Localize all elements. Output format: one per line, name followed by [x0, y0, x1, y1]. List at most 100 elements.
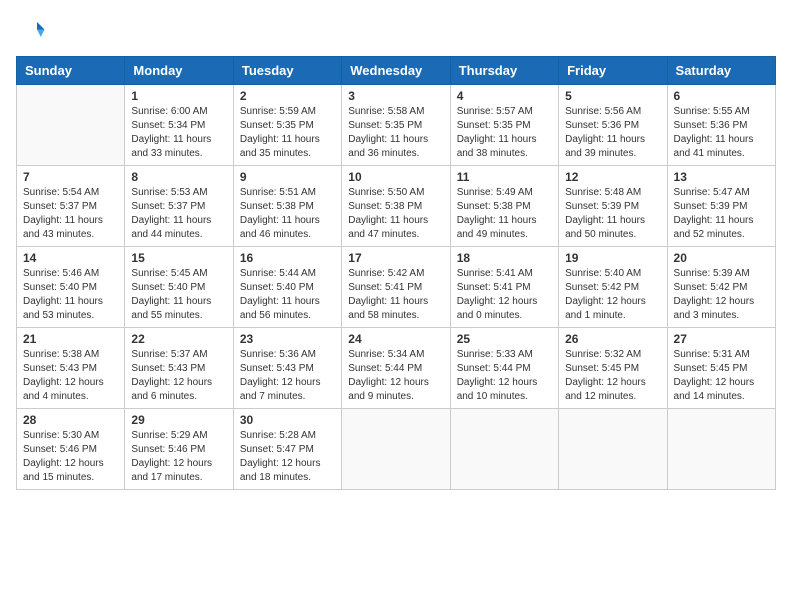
calendar-cell: 20 Sunrise: 5:39 AMSunset: 5:42 PMDaylig…: [667, 247, 775, 328]
day-info: Sunrise: 6:00 AMSunset: 5:34 PMDaylight:…: [131, 105, 226, 161]
day-number: 24: [348, 332, 443, 346]
day-info: Sunrise: 5:36 AMSunset: 5:43 PMDaylight:…: [240, 348, 335, 404]
day-number: 10: [348, 170, 443, 184]
calendar-cell: 25 Sunrise: 5:33 AMSunset: 5:44 PMDaylig…: [450, 328, 558, 409]
calendar-cell: 5 Sunrise: 5:56 AMSunset: 5:36 PMDayligh…: [559, 85, 667, 166]
day-info: Sunrise: 5:59 AMSunset: 5:35 PMDaylight:…: [240, 105, 335, 161]
day-info: Sunrise: 5:56 AMSunset: 5:36 PMDaylight:…: [565, 105, 660, 161]
calendar-cell: 28 Sunrise: 5:30 AMSunset: 5:46 PMDaylig…: [17, 409, 125, 490]
day-number: 15: [131, 251, 226, 265]
week-row-5: 28 Sunrise: 5:30 AMSunset: 5:46 PMDaylig…: [17, 409, 776, 490]
weekday-header-friday: Friday: [559, 57, 667, 85]
calendar-cell: [450, 409, 558, 490]
day-info: Sunrise: 5:53 AMSunset: 5:37 PMDaylight:…: [131, 186, 226, 242]
calendar-cell: 12 Sunrise: 5:48 AMSunset: 5:39 PMDaylig…: [559, 166, 667, 247]
weekday-header-thursday: Thursday: [450, 57, 558, 85]
day-info: Sunrise: 5:45 AMSunset: 5:40 PMDaylight:…: [131, 267, 226, 323]
day-info: Sunrise: 5:49 AMSunset: 5:38 PMDaylight:…: [457, 186, 552, 242]
day-info: Sunrise: 5:51 AMSunset: 5:38 PMDaylight:…: [240, 186, 335, 242]
calendar-cell: 19 Sunrise: 5:40 AMSunset: 5:42 PMDaylig…: [559, 247, 667, 328]
weekday-header-tuesday: Tuesday: [233, 57, 341, 85]
calendar-cell: 26 Sunrise: 5:32 AMSunset: 5:45 PMDaylig…: [559, 328, 667, 409]
calendar-cell: 16 Sunrise: 5:44 AMSunset: 5:40 PMDaylig…: [233, 247, 341, 328]
day-info: Sunrise: 5:47 AMSunset: 5:39 PMDaylight:…: [674, 186, 769, 242]
calendar-cell: 29 Sunrise: 5:29 AMSunset: 5:46 PMDaylig…: [125, 409, 233, 490]
day-info: Sunrise: 5:46 AMSunset: 5:40 PMDaylight:…: [23, 267, 118, 323]
day-number: 1: [131, 89, 226, 103]
day-number: 6: [674, 89, 769, 103]
week-row-1: 1 Sunrise: 6:00 AMSunset: 5:34 PMDayligh…: [17, 85, 776, 166]
weekday-header-saturday: Saturday: [667, 57, 775, 85]
day-number: 11: [457, 170, 552, 184]
day-info: Sunrise: 5:33 AMSunset: 5:44 PMDaylight:…: [457, 348, 552, 404]
day-number: 28: [23, 413, 118, 427]
week-row-4: 21 Sunrise: 5:38 AMSunset: 5:43 PMDaylig…: [17, 328, 776, 409]
day-info: Sunrise: 5:29 AMSunset: 5:46 PMDaylight:…: [131, 429, 226, 485]
day-info: Sunrise: 5:57 AMSunset: 5:35 PMDaylight:…: [457, 105, 552, 161]
calendar-cell: 6 Sunrise: 5:55 AMSunset: 5:36 PMDayligh…: [667, 85, 775, 166]
calendar-cell: 23 Sunrise: 5:36 AMSunset: 5:43 PMDaylig…: [233, 328, 341, 409]
calendar-cell: 1 Sunrise: 6:00 AMSunset: 5:34 PMDayligh…: [125, 85, 233, 166]
weekday-header-row: SundayMondayTuesdayWednesdayThursdayFrid…: [17, 57, 776, 85]
day-info: Sunrise: 5:40 AMSunset: 5:42 PMDaylight:…: [565, 267, 660, 323]
day-info: Sunrise: 5:37 AMSunset: 5:43 PMDaylight:…: [131, 348, 226, 404]
calendar-cell: 13 Sunrise: 5:47 AMSunset: 5:39 PMDaylig…: [667, 166, 775, 247]
day-info: Sunrise: 5:50 AMSunset: 5:38 PMDaylight:…: [348, 186, 443, 242]
day-number: 7: [23, 170, 118, 184]
calendar-cell: 21 Sunrise: 5:38 AMSunset: 5:43 PMDaylig…: [17, 328, 125, 409]
day-info: Sunrise: 5:28 AMSunset: 5:47 PMDaylight:…: [240, 429, 335, 485]
page-header: [16, 16, 776, 46]
day-number: 18: [457, 251, 552, 265]
calendar-cell: 9 Sunrise: 5:51 AMSunset: 5:38 PMDayligh…: [233, 166, 341, 247]
logo: [16, 16, 50, 46]
day-number: 21: [23, 332, 118, 346]
calendar-cell: 14 Sunrise: 5:46 AMSunset: 5:40 PMDaylig…: [17, 247, 125, 328]
day-number: 22: [131, 332, 226, 346]
day-info: Sunrise: 5:44 AMSunset: 5:40 PMDaylight:…: [240, 267, 335, 323]
day-info: Sunrise: 5:39 AMSunset: 5:42 PMDaylight:…: [674, 267, 769, 323]
calendar-cell: [559, 409, 667, 490]
calendar-cell: 8 Sunrise: 5:53 AMSunset: 5:37 PMDayligh…: [125, 166, 233, 247]
calendar-cell: 10 Sunrise: 5:50 AMSunset: 5:38 PMDaylig…: [342, 166, 450, 247]
day-info: Sunrise: 5:54 AMSunset: 5:37 PMDaylight:…: [23, 186, 118, 242]
day-number: 29: [131, 413, 226, 427]
calendar-cell: 27 Sunrise: 5:31 AMSunset: 5:45 PMDaylig…: [667, 328, 775, 409]
day-info: Sunrise: 5:48 AMSunset: 5:39 PMDaylight:…: [565, 186, 660, 242]
day-number: 4: [457, 89, 552, 103]
calendar-cell: 24 Sunrise: 5:34 AMSunset: 5:44 PMDaylig…: [342, 328, 450, 409]
logo-icon: [16, 16, 46, 46]
day-number: 17: [348, 251, 443, 265]
week-row-2: 7 Sunrise: 5:54 AMSunset: 5:37 PMDayligh…: [17, 166, 776, 247]
calendar-cell: 17 Sunrise: 5:42 AMSunset: 5:41 PMDaylig…: [342, 247, 450, 328]
weekday-header-sunday: Sunday: [17, 57, 125, 85]
calendar-cell: 4 Sunrise: 5:57 AMSunset: 5:35 PMDayligh…: [450, 85, 558, 166]
day-number: 27: [674, 332, 769, 346]
day-info: Sunrise: 5:42 AMSunset: 5:41 PMDaylight:…: [348, 267, 443, 323]
day-number: 30: [240, 413, 335, 427]
day-number: 2: [240, 89, 335, 103]
calendar-cell: 15 Sunrise: 5:45 AMSunset: 5:40 PMDaylig…: [125, 247, 233, 328]
day-info: Sunrise: 5:31 AMSunset: 5:45 PMDaylight:…: [674, 348, 769, 404]
day-number: 5: [565, 89, 660, 103]
day-info: Sunrise: 5:38 AMSunset: 5:43 PMDaylight:…: [23, 348, 118, 404]
calendar-cell: 7 Sunrise: 5:54 AMSunset: 5:37 PMDayligh…: [17, 166, 125, 247]
day-info: Sunrise: 5:30 AMSunset: 5:46 PMDaylight:…: [23, 429, 118, 485]
calendar-cell: [342, 409, 450, 490]
calendar-cell: 3 Sunrise: 5:58 AMSunset: 5:35 PMDayligh…: [342, 85, 450, 166]
day-number: 20: [674, 251, 769, 265]
day-number: 9: [240, 170, 335, 184]
calendar-table: SundayMondayTuesdayWednesdayThursdayFrid…: [16, 56, 776, 490]
day-number: 26: [565, 332, 660, 346]
weekday-header-wednesday: Wednesday: [342, 57, 450, 85]
calendar-cell: 22 Sunrise: 5:37 AMSunset: 5:43 PMDaylig…: [125, 328, 233, 409]
day-number: 3: [348, 89, 443, 103]
day-info: Sunrise: 5:58 AMSunset: 5:35 PMDaylight:…: [348, 105, 443, 161]
day-info: Sunrise: 5:32 AMSunset: 5:45 PMDaylight:…: [565, 348, 660, 404]
weekday-header-monday: Monday: [125, 57, 233, 85]
day-number: 19: [565, 251, 660, 265]
day-info: Sunrise: 5:55 AMSunset: 5:36 PMDaylight:…: [674, 105, 769, 161]
day-number: 25: [457, 332, 552, 346]
calendar-cell: 2 Sunrise: 5:59 AMSunset: 5:35 PMDayligh…: [233, 85, 341, 166]
calendar-cell: [667, 409, 775, 490]
calendar-cell: 18 Sunrise: 5:41 AMSunset: 5:41 PMDaylig…: [450, 247, 558, 328]
